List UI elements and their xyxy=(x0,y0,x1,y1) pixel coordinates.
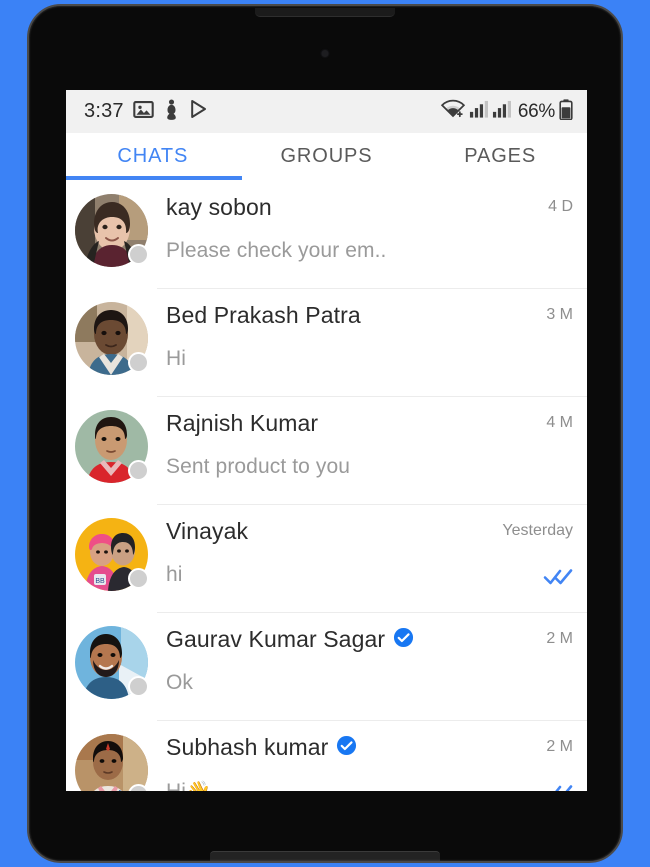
chat-text-block: Rajnish Kumar Sent product to you xyxy=(148,408,461,479)
chat-meta: 3 M xyxy=(461,300,573,375)
chat-meta: 4 M xyxy=(461,408,573,483)
chat-name-line: Bed Prakash Patra xyxy=(166,302,461,329)
avatar[interactable] xyxy=(75,626,149,699)
battery-icon xyxy=(559,98,573,125)
earpiece-speaker xyxy=(255,8,395,17)
avatar-image-subhash-kumar xyxy=(75,734,148,791)
presence-indicator xyxy=(128,244,149,265)
chat-timestamp: 3 M xyxy=(546,306,573,323)
presence-indicator xyxy=(128,460,149,481)
chat-snippet: Sent product to you xyxy=(166,455,351,478)
signal-sim2-icon xyxy=(492,100,511,124)
chat-timestamp: 4 M xyxy=(546,414,573,431)
chat-timestamp: 2 M xyxy=(546,630,573,647)
avatar[interactable] xyxy=(75,410,149,483)
front-camera-icon xyxy=(321,50,329,57)
chat-snippet: Please check your em.. xyxy=(166,239,387,262)
play-store-icon xyxy=(189,99,209,124)
chat-snippet: Ok xyxy=(166,671,194,694)
table-row[interactable]: Rajnish Kumar Sent product to you 4 M xyxy=(66,396,587,504)
wifi-icon xyxy=(440,99,465,124)
chat-text-block: Subhash kumar Hi👋 xyxy=(148,732,461,791)
chat-name: kay sobon xyxy=(166,194,272,220)
chat-meta: Yesterday xyxy=(461,516,573,591)
tab-pages[interactable]: PAGES xyxy=(413,145,587,168)
read-receipt-icon xyxy=(543,566,573,591)
table-row[interactable]: Bed Prakash Patra Hi 3 M xyxy=(66,288,587,396)
chat-meta: 4 D xyxy=(461,192,573,267)
battery-percent-label: 66% xyxy=(517,100,555,122)
home-indicator-bar xyxy=(210,851,440,861)
figure-icon xyxy=(163,98,180,125)
presence-indicator xyxy=(128,352,149,373)
tab-chats[interactable]: CHATS xyxy=(66,145,240,168)
avatar[interactable]: BB xyxy=(75,518,149,591)
chat-text-block: Bed Prakash Patra Hi xyxy=(148,300,461,371)
chat-name-line: kay sobon xyxy=(166,194,461,221)
avatar[interactable] xyxy=(75,302,149,375)
chat-timestamp: 2 M xyxy=(546,738,573,755)
chat-snippet-text: Hi xyxy=(166,780,186,791)
signal-sim1-icon xyxy=(469,100,488,124)
verified-badge-icon xyxy=(336,735,357,761)
status-bar: 3:37 66% xyxy=(66,90,587,133)
photo-icon xyxy=(132,99,154,125)
chat-meta: 2 M xyxy=(461,732,573,791)
tablet-device-frame: 3:37 66% CHATS GROUPS PAGES kay sobon Pl… xyxy=(27,4,623,863)
presence-indicator xyxy=(128,676,149,697)
status-bar-right: 66% xyxy=(440,98,573,125)
chat-snippet: Hi👋 xyxy=(166,779,461,791)
table-row[interactable]: Gaurav Kumar Sagar Ok 2 M xyxy=(66,612,587,720)
svg-text:BB: BB xyxy=(95,578,105,585)
device-screen: 3:37 66% CHATS GROUPS PAGES kay sobon Pl… xyxy=(66,90,587,791)
chat-name: Bed Prakash Patra xyxy=(166,302,361,328)
table-row[interactable]: Subhash kumar Hi👋 2 M xyxy=(66,720,587,791)
table-row[interactable]: kay sobon Please check your em.. 4 D xyxy=(66,180,587,288)
tab-groups[interactable]: GROUPS xyxy=(240,145,414,168)
chat-name: Gaurav Kumar Sagar xyxy=(166,626,386,652)
chat-name: Rajnish Kumar xyxy=(166,410,319,436)
chat-text-block: kay sobon Please check your em.. xyxy=(148,192,461,263)
chat-snippet: hi xyxy=(166,563,183,586)
avatar[interactable] xyxy=(75,194,149,267)
chat-list[interactable]: kay sobon Please check your em.. 4 D Bed… xyxy=(66,180,587,791)
read-receipt-icon xyxy=(543,782,573,791)
tab-bar: CHATS GROUPS PAGES xyxy=(66,133,587,180)
chat-meta: 2 M xyxy=(461,624,573,699)
presence-indicator xyxy=(128,568,149,589)
chat-name-line: Vinayak xyxy=(166,518,461,545)
wave-hand-emoji: 👋 xyxy=(186,781,211,791)
chat-name-line: Gaurav Kumar Sagar xyxy=(166,626,461,653)
chat-snippet: Hi xyxy=(166,347,187,370)
chat-text-block: Gaurav Kumar Sagar Ok xyxy=(148,624,461,695)
status-clock: 3:37 xyxy=(84,100,124,122)
table-row[interactable]: BB Vinayak hi Yesterday xyxy=(66,504,587,612)
chat-name-line: Subhash kumar xyxy=(166,734,461,761)
chat-name: Vinayak xyxy=(166,518,249,544)
avatar[interactable] xyxy=(75,734,149,791)
chat-timestamp: 4 D xyxy=(548,198,573,215)
status-bar-left: 3:37 xyxy=(84,98,209,125)
chat-name: Subhash kumar xyxy=(166,734,329,760)
chat-name-line: Rajnish Kumar xyxy=(166,410,461,437)
chat-timestamp: Yesterday xyxy=(502,522,573,539)
verified-badge-icon xyxy=(393,627,414,653)
chat-text-block: Vinayak hi xyxy=(148,516,461,587)
